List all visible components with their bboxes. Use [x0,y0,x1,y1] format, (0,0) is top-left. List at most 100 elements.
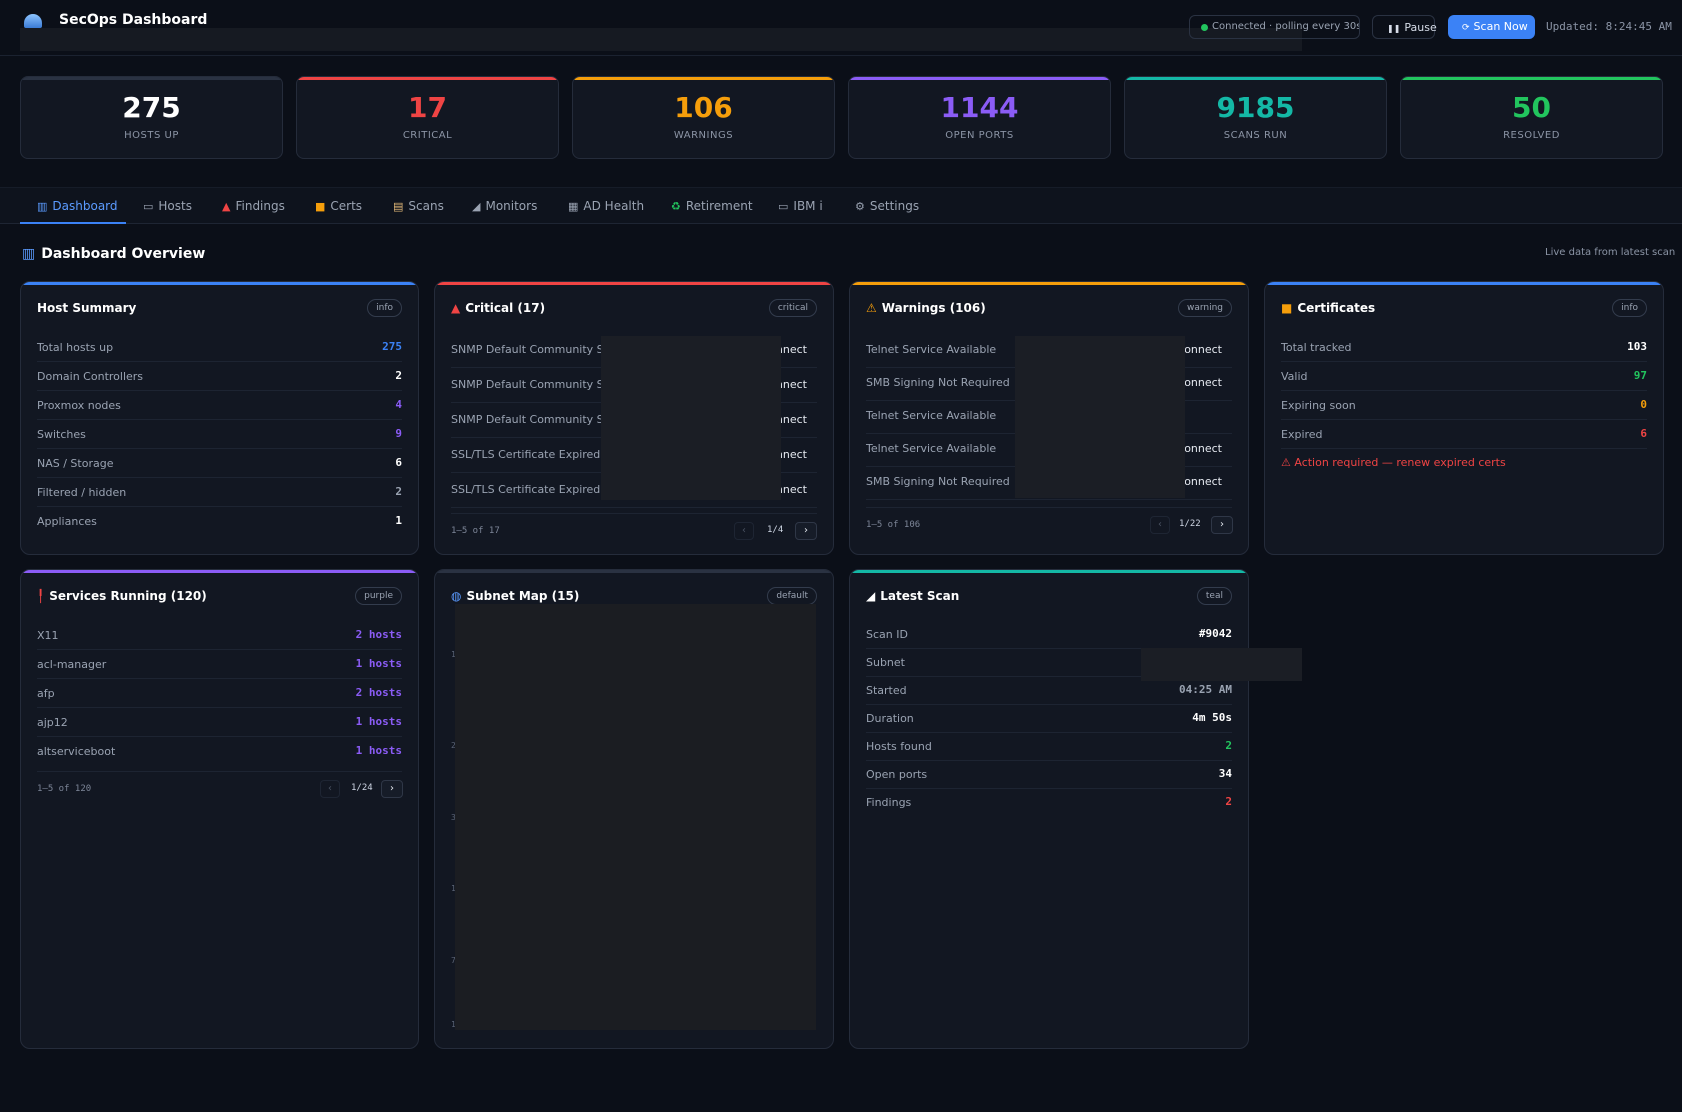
active-tab-indicator [20,222,126,224]
row-value: 1 hosts [355,744,402,757]
tab-label: Monitors [485,199,538,213]
panel-title-text: Critical (17) [465,301,546,315]
stat-label: CRITICAL [402,130,453,141]
bar-chart-icon: ▥ [22,246,36,262]
top-header: SecOps Dashboard Connected · polling eve… [0,0,1682,56]
host-summary-panel: Host Summary info Total hosts up 275 Domai… [20,281,419,555]
panel-accent [435,570,833,573]
tab-ibm-i[interactable]: ▭ IBM i [778,199,823,213]
tab-label: Dashboard [52,199,118,213]
panel-accent [21,570,418,573]
row-value: 1 [395,514,402,527]
panel-title-text: Subnet Map (15) [466,589,580,603]
tab-certs[interactable]: ■ Certs [315,199,362,213]
tab-scans[interactable]: ▤ Scans [393,199,444,213]
summary-row: Filtered / hidden 2 [37,478,402,507]
panel-title: ◢ Latest Scan [866,589,959,603]
panel-badge: info [367,299,402,317]
page-indicator: 1/4 [767,525,784,535]
tab-ad-health[interactable]: ▦ AD Health [568,199,644,213]
next-page-button[interactable]: › [1211,516,1233,534]
row-label: SSL/TLS Certificate Expired [451,483,601,496]
panel-title: ■ Certificates [1281,301,1375,315]
stat-value: 275 [122,91,181,124]
refresh-icon: ⟳ [1462,23,1470,33]
summary-row: Domain Controllers 2 [37,362,402,391]
tab-findings[interactable]: ▲ Findings [222,199,285,213]
recycle-icon: ♻ [671,200,681,213]
pin-icon: ╿ [37,589,45,603]
panel-accent [435,282,833,285]
redacted-region [601,336,781,500]
panel-badge: teal [1196,587,1232,605]
stat-accent [573,77,834,80]
summary-row: Proxmox nodes 4 [37,391,402,420]
row-value: 97 [1633,369,1647,382]
stat-accent [1125,77,1386,80]
tab-settings[interactable]: ⚙ Settings [855,199,919,213]
row-label: NAS / Storage [37,457,114,470]
stat-label: SCANS RUN [1223,130,1288,141]
panel-accent [850,282,1248,285]
tab-monitors[interactable]: ◢ Monitors [472,199,537,213]
next-page-button[interactable]: › [795,522,817,540]
row-value: 2 [395,485,402,498]
row-label: Open ports [866,768,928,781]
siren-icon: ▲ [451,301,461,315]
redacted-region [1015,336,1185,498]
scan-now-button[interactable]: ⟳ Scan Now [1448,15,1535,39]
row-label: Expiring soon [1281,399,1356,412]
service-row: X11 2 hosts [37,621,402,650]
next-page-button[interactable]: › [381,780,403,798]
row-label: Scan ID [866,628,908,641]
row-value: 1 hosts [355,657,402,670]
scan-detail-row: Scan ID #9042 [866,620,1232,649]
tab-hosts[interactable]: ▭ Hosts [143,199,192,213]
service-row: altserviceboot 1 hosts [37,737,402,766]
stat-value: 106 [674,91,733,124]
section-title: ▥ Dashboard Overview [22,246,205,262]
prev-page-button[interactable]: ‹ [734,522,754,540]
tab-label: Findings [235,199,285,213]
stat-label: RESOLVED [1503,130,1560,141]
panel-title: ◍ Subnet Map (15) [451,589,579,603]
status-dot-icon [1201,24,1208,31]
panel-title-text: Warnings (106) [881,301,986,315]
critical-panel: ▲ Critical (17) critical SNMP Default Com… [434,281,834,555]
row-value: #9042 [1198,627,1232,640]
summary-row: Total hosts up 275 [37,333,402,362]
panel-title: ╿ Services Running (120) [37,589,207,603]
page-indicator: 1/22 [1179,519,1201,529]
row-label: SNMP Default Community Stri [451,378,616,391]
connection-status: Connected · polling every 30s [1189,15,1360,39]
tab-retirement[interactable]: ♻ Retirement [671,199,753,213]
cert-row: Total tracked 103 [1281,333,1647,362]
stat-card-hosts-up: 275 HOSTS UP [20,76,283,159]
row-label: Expired [1281,428,1323,441]
row-value: 2 [1225,795,1232,808]
row-value: 4m 50s [1192,711,1232,724]
row-label: Appliances [37,515,97,528]
row-label: SNMP Default Community Stri [451,413,616,426]
panel-badge: default [767,587,817,605]
panel-title-text: Services Running (120) [49,589,207,603]
panel-accent [1265,282,1663,285]
row-label: Telnet Service Available [866,409,997,422]
summary-row: Switches 9 [37,420,402,449]
pagination: 1–5 of 120 ‹ 1/24 › [37,771,403,801]
scroll-icon: ▤ [393,200,404,213]
tab-dashboard[interactable]: ▥ Dashboard [37,199,118,213]
row-label: acl-manager [37,658,107,671]
prev-page-button[interactable]: ‹ [1150,516,1170,534]
redacted-region [1141,648,1302,681]
row-value: 0 [1640,398,1647,411]
stat-value: 50 [1512,91,1551,124]
row-label: Duration [866,712,914,725]
row-label: Total hosts up [37,341,114,354]
prev-page-button[interactable]: ‹ [320,780,340,798]
building-icon: ▦ [568,200,579,213]
panel-badge: warning [1177,299,1232,317]
stat-value: 1144 [940,91,1019,124]
row-value: 2 [1225,739,1232,752]
pause-button[interactable]: ❚❚ Pause [1372,15,1437,39]
